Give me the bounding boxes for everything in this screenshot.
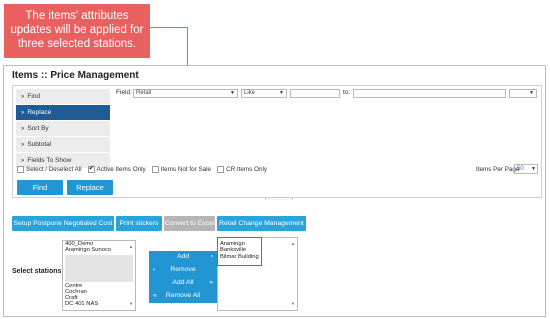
panel-resize-handle[interactable]: [265, 197, 293, 200]
remove-all-button[interactable]: « Remove All: [149, 290, 217, 302]
active-items-only-checkbox[interactable]: Active Items Only: [87, 164, 146, 173]
cr-items-only-checkbox[interactable]: CR Items Only: [217, 166, 267, 173]
chevron-left-icon: ‹: [153, 266, 156, 273]
list-item[interactable]: Aramingo Sunoco: [63, 247, 135, 253]
list-item[interactable]: DC 401 NAS: [63, 301, 135, 307]
annotation-callout: The items' attributes updates will be ap…: [4, 4, 150, 58]
operator-select-value: Like: [244, 90, 256, 96]
arrow-right-icon: »: [21, 110, 25, 116]
menu-item-label: Sort By: [27, 125, 49, 132]
menu-item-sort-by[interactable]: » Sort By: [16, 121, 110, 136]
selected-stations-highlight: [217, 237, 262, 266]
available-stations-list[interactable]: 400_Demo Aramingo Sunoco Centre Cochran …: [62, 240, 136, 311]
chevron-right-icon: ›: [210, 253, 213, 260]
transfer-buttons: Add › ‹ Remove Add All » « Remove All: [149, 251, 217, 303]
filter-panel: » Find » Replace » Sort By » Subtotal » Field…: [12, 85, 542, 200]
chevron-down-icon: ▼: [230, 90, 235, 96]
list-item-placeholder: [65, 254, 133, 282]
value-input[interactable]: [290, 89, 340, 98]
add-all-label: Add All: [172, 279, 194, 286]
remove-all-label: Remove All: [165, 292, 201, 299]
scroll-up-icon[interactable]: ▲: [129, 244, 133, 250]
menu-item-label: Replace: [27, 109, 52, 116]
checkbox-checked-icon: [87, 164, 95, 173]
items-per-page-label: Items Per Page: [476, 166, 520, 173]
double-chevron-left-icon: «: [153, 292, 157, 299]
remove-label: Remove: [170, 266, 196, 273]
price-management-window: Items :: Price Management » Find » Replace…: [3, 65, 546, 317]
retail-change-management-button[interactable]: Retail Change Management: [217, 216, 306, 231]
page-title: Items :: Price Management: [12, 70, 139, 81]
checkbox-icon: [151, 166, 159, 173]
scroll-down-icon[interactable]: ▼: [129, 301, 133, 307]
menu-item-find[interactable]: » Find: [16, 89, 110, 104]
items-not-for-sale-checkbox[interactable]: Items Not for Sale: [151, 166, 212, 173]
items-per-page-select[interactable]: 50 ▼: [514, 164, 538, 174]
callout-connector: [150, 27, 187, 28]
active-items-only-label: Active Items Only: [96, 166, 146, 173]
add-all-button[interactable]: Add All »: [149, 277, 217, 289]
add-label: Add: [176, 253, 190, 260]
arrow-right-icon: »: [21, 142, 25, 148]
scroll-up-icon[interactable]: ▲: [291, 241, 295, 247]
items-not-for-sale-label: Items Not for Sale: [160, 166, 212, 173]
print-stickers-button[interactable]: Print stickers: [116, 216, 162, 231]
field-label: Field:: [116, 89, 132, 96]
cr-items-only-label: CR Items Only: [226, 166, 267, 173]
to-value-input[interactable]: [353, 89, 506, 98]
arrow-right-icon: »: [21, 94, 25, 100]
menu-item-replace[interactable]: » Replace: [16, 105, 110, 120]
extra-select[interactable]: ▼: [509, 89, 537, 98]
arrow-right-icon: »: [21, 158, 25, 164]
checkbox-icon: [17, 166, 24, 173]
scroll-down-icon[interactable]: ▼: [291, 301, 295, 307]
select-stations-label: Select stations:: [12, 268, 64, 275]
field-select[interactable]: Retail ▼: [133, 89, 238, 98]
arrow-right-icon: »: [21, 126, 25, 132]
menu-item-subtotal[interactable]: » Subtotal: [16, 137, 110, 152]
items-per-page-value: 50: [517, 166, 524, 172]
select-all-checkbox[interactable]: Select / Deselect All: [17, 166, 82, 173]
chevron-down-icon: ▼: [529, 90, 534, 96]
operator-select[interactable]: Like ▼: [241, 89, 287, 98]
find-button[interactable]: Find: [17, 180, 63, 195]
to-label: to:: [343, 89, 351, 96]
callout-connector-vertical: [187, 27, 188, 66]
menu-item-label: Subtotal: [27, 141, 52, 148]
select-all-label: Select / Deselect All: [26, 166, 82, 173]
remove-button[interactable]: ‹ Remove: [149, 264, 217, 276]
double-chevron-right-icon: »: [209, 279, 213, 286]
replace-button[interactable]: Replace: [67, 180, 113, 195]
convert-to-excel-button[interactable]: Convert to Excel: [164, 216, 215, 231]
chevron-down-icon: ▼: [531, 166, 536, 172]
setup-postpone-negotiated-cost-button[interactable]: Setup Postpone Negotiated Cost: [12, 216, 114, 231]
page-root: The items' attributes updates will be ap…: [0, 0, 550, 319]
filter-options-row: Select / Deselect All Active Items Only …: [17, 164, 273, 173]
menu-item-label: Find: [27, 93, 40, 100]
field-select-value: Retail: [136, 90, 152, 96]
chevron-down-icon: ▼: [279, 90, 284, 96]
checkbox-icon: [217, 166, 225, 173]
add-button[interactable]: Add ›: [149, 251, 217, 263]
menu-item-label: Fields To Show: [27, 157, 72, 164]
